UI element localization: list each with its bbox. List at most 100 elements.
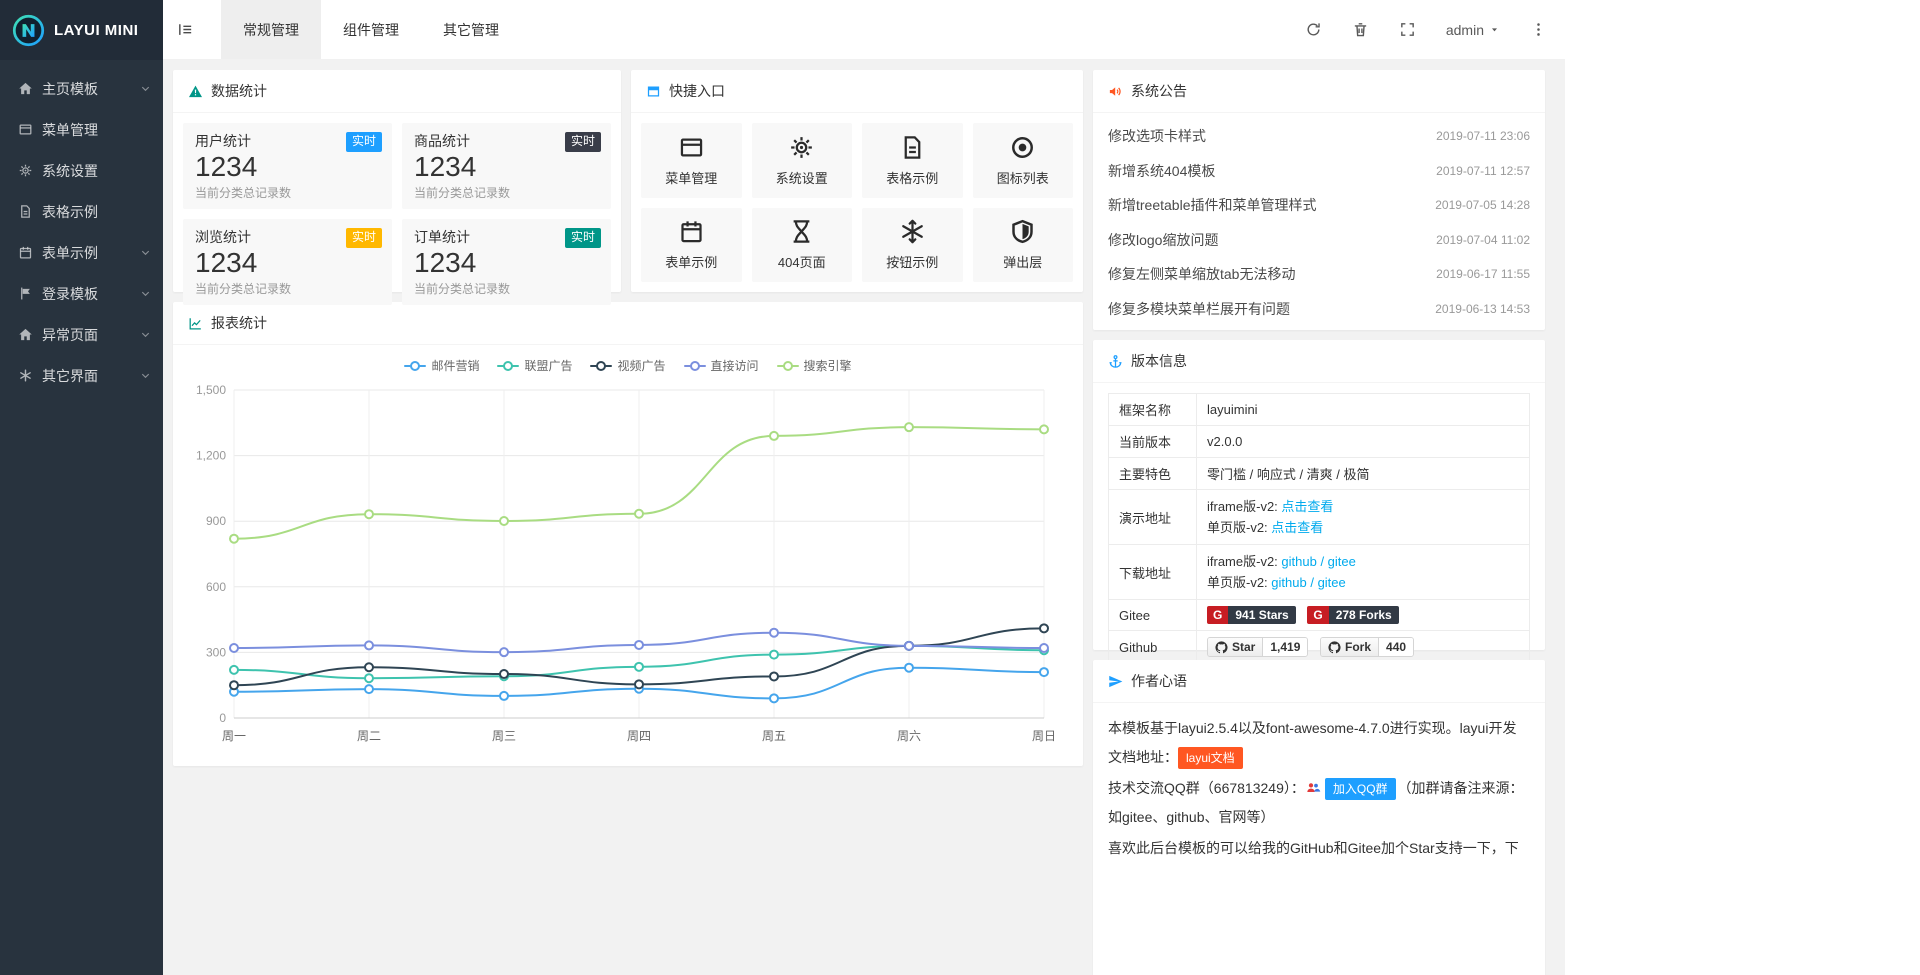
logo-text: LAYUI MINI <box>54 22 138 39</box>
notice-panel-header: 系统公告 <box>1093 70 1545 113</box>
notice-time: 2019-06-17 11:55 <box>1436 267 1530 281</box>
collapse-icon <box>177 21 194 38</box>
legend-item[interactable]: 联盟广告 <box>497 357 572 374</box>
report-chart: 03006009001,2001,500周一周二周三周四周五周六周日 <box>188 376 1068 748</box>
sidebar-item-login-templates[interactable]: 登录模板 <box>0 273 163 314</box>
layui-doc-badge[interactable]: layui文档 <box>1178 747 1243 769</box>
stat-subtitle: 当前分类总记录数 <box>195 280 380 297</box>
tab-other-management[interactable]: 其它管理 <box>421 0 521 59</box>
more-menu-button[interactable] <box>1530 21 1547 38</box>
join-qq-group-badge[interactable]: 加入QQ群 <box>1325 778 1396 800</box>
clear-cache-button[interactable] <box>1352 21 1369 38</box>
sidebar-item-form-demo[interactable]: 表单示例 <box>0 232 163 273</box>
github-fork-badge[interactable]: Fork 440 <box>1320 637 1414 657</box>
legend-marker <box>777 361 799 371</box>
quick-item-table[interactable]: 表格示例 <box>862 123 963 198</box>
quick-item-form[interactable]: 表单示例 <box>641 208 742 283</box>
version-value: layuimini <box>1197 394 1530 426</box>
notice-item[interactable]: 修复多模块菜单栏展开有问题 2019-06-13 14:53 <box>1108 292 1530 327</box>
sidebar-item-error-pages[interactable]: 异常页面 <box>0 314 163 355</box>
home-icon <box>18 81 33 96</box>
realtime-badge: 实时 <box>346 228 382 248</box>
gitee-logo: G <box>1307 606 1328 624</box>
notice-item[interactable]: 新增treetable插件和菜单管理样式 2019-07-05 14:28 <box>1108 188 1530 223</box>
download-github-link[interactable]: github <box>1281 554 1316 569</box>
left-column: 数据统计 用户统计 1234 当前分类总记录数 实时 商品统计 1 <box>173 70 1083 766</box>
fullscreen-button[interactable] <box>1399 21 1416 38</box>
caret-down-icon <box>1489 24 1500 35</box>
sidebar-collapse-button[interactable] <box>163 0 207 59</box>
stat-card-users: 用户统计 1234 当前分类总记录数 实时 <box>183 123 392 209</box>
quick-item-label: 弹出层 <box>1003 252 1042 271</box>
logo[interactable]: LAYUI MINI <box>0 0 163 60</box>
download-prefix: 单页版-v2: <box>1207 575 1271 590</box>
svg-text:周一: 周一 <box>222 729 246 743</box>
quick-item-404[interactable]: 404页面 <box>752 208 853 283</box>
svg-text:0: 0 <box>219 711 226 725</box>
download-gitee-link[interactable]: gitee <box>1328 554 1356 569</box>
sidebar-item-home-templates[interactable]: 主页模板 <box>0 68 163 109</box>
author-body: 本模板基于layui2.5.4以及font-awesome-4.7.0进行实现。… <box>1093 703 1545 874</box>
file-icon <box>899 134 926 161</box>
tab-general-management[interactable]: 常规管理 <box>221 0 321 59</box>
quick-item-label: 按钮示例 <box>886 252 938 271</box>
panel-title: 报表统计 <box>211 313 267 333</box>
user-menu[interactable]: admin <box>1446 22 1500 38</box>
logo-icon <box>12 14 45 47</box>
quick-item-popup[interactable]: 弹出层 <box>973 208 1074 283</box>
legend-item[interactable]: 搜索引擎 <box>777 357 852 374</box>
refresh-button[interactable] <box>1305 21 1322 38</box>
sidebar-item-other-pages[interactable]: 其它界面 <box>0 355 163 396</box>
sidebar-item-system-settings[interactable]: 系统设置 <box>0 150 163 191</box>
quick-item-buttons[interactable]: 按钮示例 <box>862 208 963 283</box>
gitee-stars-badge[interactable]: G941 Stars <box>1207 606 1296 624</box>
window-icon <box>678 134 705 161</box>
sidebar-item-table-demo[interactable]: 表格示例 <box>0 191 163 232</box>
shield-icon <box>1009 218 1036 245</box>
warning-triangle-icon <box>188 84 203 99</box>
chevron-down-icon <box>140 370 151 381</box>
version-body: 框架名称 layuimini 当前版本 v2.0.0 主要特色 零门槛 / 响应… <box>1093 383 1545 674</box>
version-key: Gitee <box>1109 600 1197 631</box>
notice-time: 2019-06-13 14:53 <box>1435 302 1530 316</box>
chart-line-icon <box>188 316 203 331</box>
table-row: 演示地址 iframe版-v2: 点击查看 单页版-v2: 点击查看 <box>1109 490 1530 545</box>
stats-grid: 用户统计 1234 当前分类总记录数 实时 商品统计 1234 当前分类总记录数… <box>173 113 621 292</box>
notice-list: 修改选项卡样式 2019-07-11 23:06 新增系统404模板 2019-… <box>1093 113 1545 332</box>
panel-title: 版本信息 <box>1131 351 1187 371</box>
sidebar-item-label: 系统设置 <box>42 161 98 181</box>
quick-item-label: 404页面 <box>778 252 826 271</box>
notice-item[interactable]: 新增系统404模板 2019-07-11 12:57 <box>1108 154 1530 189</box>
sidebar-item-menu-management[interactable]: 菜单管理 <box>0 109 163 150</box>
quick-item-menu[interactable]: 菜单管理 <box>641 123 742 198</box>
header-actions: admin <box>1305 0 1565 59</box>
notice-text: 修改logo缩放问题 <box>1108 230 1218 250</box>
gitee-forks-badge[interactable]: G278 Forks <box>1307 606 1398 624</box>
quick-item-settings[interactable]: 系统设置 <box>752 123 853 198</box>
quick-entry-panel: 快捷入口 菜单管理 系统设置 <box>631 70 1083 292</box>
table-row: 主要特色 零门槛 / 响应式 / 清爽 / 极简 <box>1109 458 1530 490</box>
version-value: iframe版-v2: github / gitee 单页版-v2: githu… <box>1197 545 1530 600</box>
legend-item[interactable]: 视频广告 <box>590 357 665 374</box>
notice-item[interactable]: 修改选项卡样式 2019-07-11 23:06 <box>1108 119 1530 154</box>
asterisk-icon <box>18 368 33 383</box>
download-github-link[interactable]: github <box>1271 575 1306 590</box>
download-gitee-link[interactable]: gitee <box>1318 575 1346 590</box>
gitee-logo: G <box>1207 606 1228 624</box>
header-tabs: 常规管理 组件管理 其它管理 <box>221 0 521 59</box>
demo-link-spa[interactable]: 点击查看 <box>1271 520 1323 535</box>
demo-link-iframe[interactable]: 点击查看 <box>1281 499 1333 514</box>
anchor-icon <box>1108 354 1123 369</box>
legend-item[interactable]: 直接访问 <box>684 357 759 374</box>
file-icon <box>18 204 33 219</box>
notice-item[interactable]: 修改logo缩放问题 2019-07-04 11:02 <box>1108 223 1530 258</box>
notice-item[interactable]: 修复左侧菜单缩放tab无法移动 2019-06-17 11:55 <box>1108 257 1530 292</box>
download-prefix: iframe版-v2: <box>1207 554 1281 569</box>
legend-item[interactable]: 邮件营销 <box>404 357 479 374</box>
tab-component-management[interactable]: 组件管理 <box>321 0 421 59</box>
sidebar-item-label: 菜单管理 <box>42 120 98 140</box>
github-star-badge[interactable]: Star 1,419 <box>1207 637 1308 657</box>
top-header: 常规管理 组件管理 其它管理 admin <box>163 0 1565 60</box>
bullhorn-icon <box>1108 84 1123 99</box>
quick-item-icons[interactable]: 图标列表 <box>973 123 1074 198</box>
